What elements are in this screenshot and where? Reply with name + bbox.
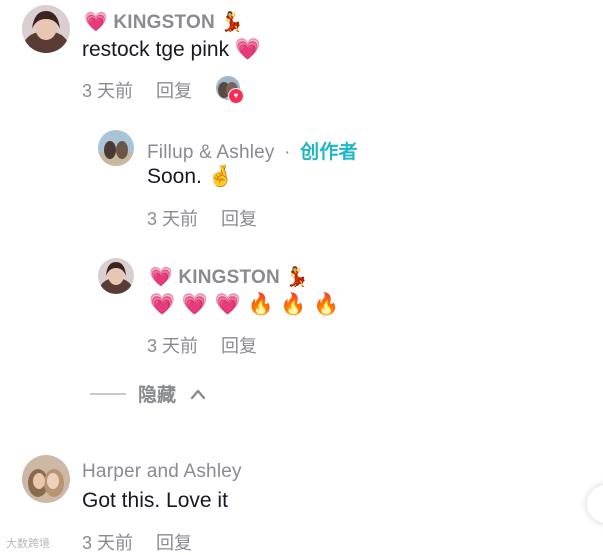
reply-username[interactable]: Fillup & Ashley · 创作者 <box>147 137 358 164</box>
heart-icon: ♥ <box>228 88 244 104</box>
username-text: KINGSTON <box>178 267 280 288</box>
creator-liked-indicator: ♥ <box>216 76 244 104</box>
comment-time: 3 天前 <box>82 533 134 553</box>
divider-line <box>90 392 126 395</box>
heart-emoji: 💗 <box>149 266 173 288</box>
username-text: Fillup & Ashley <box>147 142 275 163</box>
comment-time: 3 天前 <box>82 81 134 101</box>
avatar-kingston-reply[interactable] <box>98 258 134 294</box>
avatar-kingston[interactable] <box>22 5 70 53</box>
username-text: KINGSTON <box>113 12 215 33</box>
reply-button[interactable]: 回复 <box>156 81 192 101</box>
avatar-fillup-ashley[interactable] <box>98 130 134 166</box>
hide-replies-button[interactable]: 隐藏 <box>90 380 206 407</box>
reply-text: Soon. 🤞 <box>147 165 234 188</box>
reply-button[interactable]: 回复 <box>221 336 257 356</box>
reply-meta: 3 天前 回复 <box>147 205 275 231</box>
heart-emoji: 💗 <box>84 11 108 33</box>
floating-action-button[interactable] <box>587 485 603 523</box>
comment-meta: 3 天前 回复 <box>82 529 210 555</box>
reply-time: 3 天前 <box>147 209 199 229</box>
reply-username[interactable]: 💗 KINGSTON 💃 <box>149 265 309 289</box>
comment-text: restock tge pink 💗 <box>82 38 262 61</box>
comment-meta: 3 天前 回复 <box>82 77 210 103</box>
dancer-emoji: 💃 <box>220 11 245 33</box>
reply-button[interactable]: 回复 <box>156 533 192 553</box>
watermark: 大数跨境 <box>6 538 50 550</box>
comment-text: Got this. Love it <box>82 489 228 512</box>
hide-label: 隐藏 <box>138 385 177 406</box>
reply-time: 3 天前 <box>147 336 199 356</box>
comment-username[interactable]: 💗 KINGSTON 💃 <box>84 10 244 34</box>
chevron-up-icon <box>190 389 206 399</box>
creator-badge: 创作者 <box>300 142 358 163</box>
reply-meta: 3 天前 回复 <box>147 332 275 358</box>
separator-dot: · <box>284 142 291 163</box>
reply-button[interactable]: 回复 <box>221 209 257 229</box>
dancer-emoji: 💃 <box>285 266 310 288</box>
avatar-harper-ashley[interactable] <box>22 455 70 503</box>
reply-text: 💗 💗 💗 🔥 🔥 🔥 <box>149 292 340 316</box>
comment-username[interactable]: Harper and Ashley <box>82 461 242 483</box>
